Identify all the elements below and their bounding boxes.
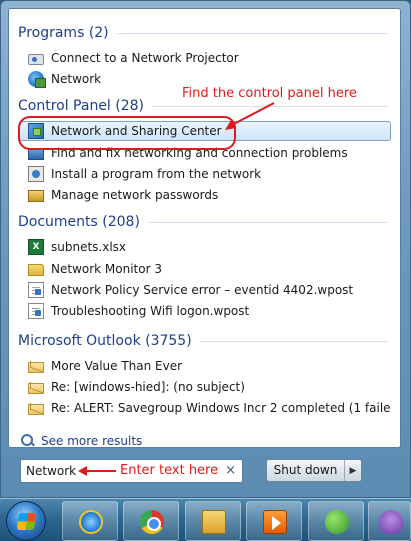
file-explorer-icon [202, 510, 226, 534]
group-header-documents-label: Documents (208) [18, 214, 140, 230]
taskbar-file-explorer[interactable] [185, 501, 241, 541]
taskbar-chrome[interactable] [123, 501, 179, 541]
annotation-highlight-ring [18, 116, 236, 150]
clear-search-icon[interactable]: × [225, 463, 236, 478]
network-icon [28, 71, 46, 88]
result-item-label: Network [51, 72, 102, 86]
shutdown-options-chevron-icon[interactable]: ▶ [345, 466, 361, 476]
result-item-subnets-xlsx[interactable]: X subnets.xlsx [19, 237, 391, 257]
group-divider [199, 340, 388, 342]
shutdown-button[interactable]: Shut down ▶ [266, 459, 362, 482]
see-more-results-link[interactable]: See more results [21, 434, 142, 448]
annotation-search-hint: Enter text here [120, 463, 219, 478]
media-player-icon [263, 510, 287, 534]
group-divider [147, 221, 388, 223]
chrome-icon [140, 510, 164, 534]
result-item-manage-passwords[interactable]: Manage network passwords [19, 185, 391, 205]
see-more-results-label: See more results [41, 434, 143, 448]
document-icon [28, 303, 44, 319]
taskbar-media-player[interactable] [246, 501, 302, 541]
search-results-pane: Programs (2) Connect to a Network Projec… [8, 8, 401, 448]
document-icon [28, 282, 44, 298]
group-header-outlook[interactable]: Microsoft Outlook (3755) [18, 331, 388, 351]
group-header-programs-label: Programs (2) [18, 25, 109, 41]
result-item-mail-1[interactable]: More Value Than Ever [19, 356, 391, 376]
result-item-label: Connect to a Network Projector [51, 51, 239, 65]
result-item-network-projector[interactable]: Connect to a Network Projector [19, 48, 391, 68]
group-divider [116, 32, 388, 34]
annotation-arrow [225, 102, 275, 130]
result-item-label: Network Policy Service error – eventid 4… [51, 283, 354, 297]
result-item-mail-2[interactable]: Re: [windows-hied]: (no subject) [19, 377, 391, 397]
result-item-mail-3[interactable]: Re: ALERT: Savegroup Windows Incr 2 comp… [19, 398, 391, 418]
group-header-programs[interactable]: Programs (2) [18, 23, 388, 43]
internet-explorer-icon [79, 510, 103, 534]
result-item-label: subnets.xlsx [51, 240, 127, 254]
result-item-label: Troubleshooting Wifi logon.wpost [51, 304, 250, 318]
taskbar-messenger[interactable] [308, 501, 364, 541]
result-item-label: More Value Than Ever [51, 359, 183, 373]
result-item-nps-error[interactable]: Network Policy Service error – eventid 4… [19, 280, 391, 300]
start-orb-icon[interactable] [6, 501, 46, 541]
search-input-value: Network [26, 464, 77, 478]
annotation-arrow [78, 466, 116, 476]
mail-icon [28, 404, 44, 415]
group-header-outlook-label: Microsoft Outlook (3755) [18, 333, 192, 349]
messenger-icon [325, 510, 349, 534]
mail-icon [28, 362, 44, 373]
result-item-install-program[interactable]: Install a program from the network [19, 164, 391, 184]
result-item-troubleshooting-wifi[interactable]: Troubleshooting Wifi logon.wpost [19, 301, 391, 321]
taskbar-pidgin[interactable] [368, 501, 411, 541]
result-item-label: Manage network passwords [51, 188, 219, 202]
result-item-label: Install a program from the network [51, 167, 262, 181]
annotation-control-panel-hint: Find the control panel here [182, 86, 357, 101]
search-icon [21, 434, 35, 448]
group-header-documents[interactable]: Documents (208) [18, 212, 388, 232]
mail-icon [28, 383, 44, 394]
install-program-icon [28, 166, 44, 182]
excel-file-icon: X [28, 239, 44, 255]
taskbar-internet-explorer[interactable] [62, 501, 118, 541]
folder-icon [28, 264, 44, 276]
group-header-control-panel-label: Control Panel (28) [18, 98, 145, 114]
projector-icon [28, 53, 44, 65]
result-item-network-monitor[interactable]: Network Monitor 3 [19, 259, 391, 279]
result-item-label: Re: ALERT: Savegroup Windows Incr 2 comp… [51, 401, 391, 415]
pidgin-icon [379, 510, 403, 534]
result-item-label: Re: [windows-hied]: (no subject) [51, 380, 245, 394]
shutdown-label: Shut down [267, 460, 345, 481]
credentials-icon [28, 190, 44, 202]
result-item-label: Network Monitor 3 [51, 262, 162, 276]
